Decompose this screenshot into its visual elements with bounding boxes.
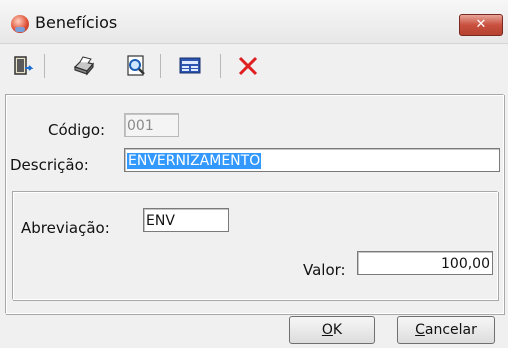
preview-icon[interactable]: [124, 54, 148, 78]
main-panel: Código: 001 Descrição: ENVERNIZAMENTO Ab…: [5, 94, 504, 314]
app-icon: [11, 15, 29, 33]
valor-label: Valor:: [303, 261, 346, 279]
exit-icon[interactable]: [12, 54, 36, 78]
toolbar-separator: [160, 54, 161, 78]
descricao-selected-text: ENVERNIZAMENTO: [127, 153, 262, 169]
toolbar: [0, 44, 508, 88]
report-icon[interactable]: [178, 54, 202, 78]
abreviacao-field[interactable]: ENV: [143, 208, 229, 232]
ok-mnemonic: O: [321, 322, 333, 338]
toolbar-separator: [44, 54, 45, 78]
codigo-field[interactable]: 001: [124, 113, 179, 137]
details-group: Abreviação: ENV Valor: 100,00: [12, 191, 498, 300]
valor-field[interactable]: 100,00: [357, 251, 493, 275]
close-button[interactable]: ✕: [459, 14, 503, 36]
print-icon[interactable]: [72, 54, 96, 78]
title-bar: Benefícios ✕: [0, 0, 508, 44]
window-title: Benefícios: [35, 13, 118, 32]
descricao-label: Descrição:: [10, 156, 89, 174]
ok-button[interactable]: OK: [289, 316, 375, 344]
toolbar-separator: [220, 54, 221, 78]
ok-label: K: [332, 322, 343, 338]
codigo-label: Código:: [48, 121, 106, 139]
abreviacao-label: Abreviação:: [21, 219, 110, 237]
cancel-label: ancelar: [424, 322, 477, 338]
cancel-button[interactable]: Cancelar: [397, 316, 495, 344]
delete-icon[interactable]: [236, 54, 260, 78]
descricao-field[interactable]: ENVERNIZAMENTO: [124, 148, 500, 172]
cancel-mnemonic: C: [415, 322, 425, 338]
